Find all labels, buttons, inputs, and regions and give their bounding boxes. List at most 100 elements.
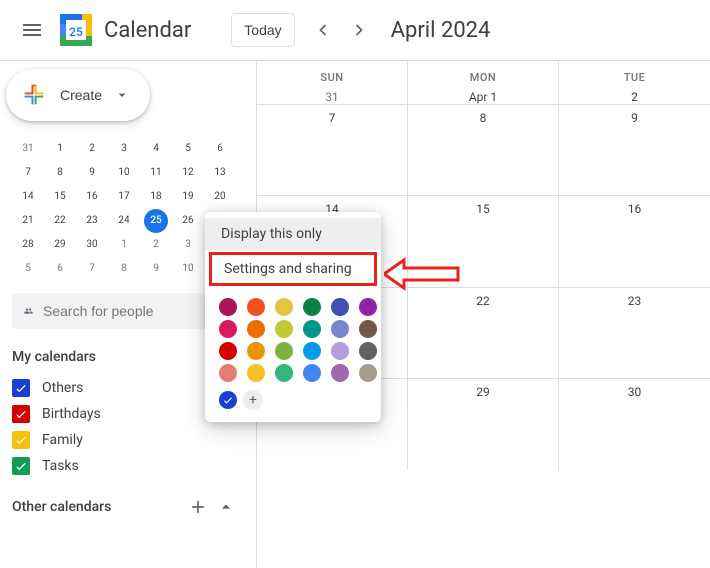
calendar-checkbox[interactable] xyxy=(12,457,30,475)
other-calendars-title: Other calendars xyxy=(12,499,111,515)
mini-day[interactable]: 5 xyxy=(172,137,204,161)
color-option[interactable] xyxy=(331,298,349,316)
search-input[interactable] xyxy=(43,303,224,319)
mini-day[interactable]: 29 xyxy=(44,233,76,257)
today-button[interactable]: Today xyxy=(231,13,294,47)
mini-day[interactable]: 26 xyxy=(172,209,204,233)
settings-and-sharing-item[interactable]: Settings and sharing xyxy=(209,252,377,286)
prev-button[interactable] xyxy=(307,14,339,46)
color-option[interactable] xyxy=(247,320,265,338)
mini-day[interactable]: 24 xyxy=(108,209,140,233)
day-cell[interactable]: 7 xyxy=(257,104,408,195)
color-option[interactable] xyxy=(219,298,237,316)
mini-day[interactable]: 4 xyxy=(140,137,172,161)
mini-day[interactable]: 22 xyxy=(44,209,76,233)
day-number: 2 xyxy=(559,90,710,104)
mini-day[interactable]: 7 xyxy=(76,257,108,281)
mini-day[interactable]: 8 xyxy=(44,161,76,185)
mini-day[interactable]: 9 xyxy=(140,257,172,281)
calendar-item[interactable]: Tasks xyxy=(12,453,244,479)
color-option[interactable] xyxy=(275,298,293,316)
mini-day[interactable]: 12 xyxy=(172,161,204,185)
mini-day[interactable]: 30 xyxy=(76,233,108,257)
color-option[interactable] xyxy=(303,298,321,316)
color-option[interactable] xyxy=(359,342,377,360)
color-option[interactable] xyxy=(303,342,321,360)
mini-day[interactable]: 3 xyxy=(172,233,204,257)
add-custom-color-button[interactable]: + xyxy=(243,390,263,410)
mini-day[interactable]: 31 xyxy=(12,137,44,161)
svg-text:25: 25 xyxy=(69,25,83,39)
annotation-arrow xyxy=(384,256,464,296)
mini-day[interactable]: 19 xyxy=(172,185,204,209)
mini-day[interactable]: 3 xyxy=(108,137,140,161)
create-button[interactable]: Create xyxy=(6,69,150,121)
create-label: Create xyxy=(60,87,102,103)
day-cell[interactable]: 29 xyxy=(408,378,559,469)
mini-day[interactable]: 6 xyxy=(44,257,76,281)
mini-day[interactable]: 28 xyxy=(12,233,44,257)
calendar-checkbox[interactable] xyxy=(12,405,30,423)
mini-day[interactable]: 6 xyxy=(204,137,236,161)
day-cell[interactable]: 9 xyxy=(559,104,710,195)
mini-day[interactable]: 1 xyxy=(44,137,76,161)
day-cell[interactable]: 30 xyxy=(559,378,710,469)
mini-day[interactable]: 16 xyxy=(76,185,108,209)
calendar-logo-icon: 25 xyxy=(56,10,96,50)
next-button[interactable] xyxy=(343,14,375,46)
day-cell[interactable]: 23 xyxy=(559,287,710,378)
search-people-box[interactable] xyxy=(12,293,236,329)
color-option[interactable] xyxy=(303,320,321,338)
day-cell[interactable]: 8 xyxy=(408,104,559,195)
calendar-checkbox[interactable] xyxy=(12,379,30,397)
calendar-checkbox[interactable] xyxy=(12,431,30,449)
color-option[interactable] xyxy=(219,342,237,360)
mini-day[interactable]: 7 xyxy=(12,161,44,185)
day-cell[interactable]: 22 xyxy=(408,287,559,378)
mini-day[interactable]: 11 xyxy=(140,161,172,185)
color-option[interactable] xyxy=(247,364,265,382)
mini-day[interactable]: 20 xyxy=(204,185,236,209)
color-option[interactable] xyxy=(275,364,293,382)
selected-color[interactable] xyxy=(219,391,237,409)
mini-day[interactable]: 15 xyxy=(44,185,76,209)
mini-day[interactable]: 25 xyxy=(144,209,168,233)
mini-day[interactable]: 23 xyxy=(76,209,108,233)
color-option[interactable] xyxy=(359,364,377,382)
color-option[interactable] xyxy=(303,364,321,382)
color-option[interactable] xyxy=(219,364,237,382)
main-menu-button[interactable] xyxy=(8,6,56,54)
color-option[interactable] xyxy=(359,298,377,316)
color-option[interactable] xyxy=(219,320,237,338)
color-option[interactable] xyxy=(275,320,293,338)
mini-day[interactable]: 8 xyxy=(108,257,140,281)
mini-day[interactable]: 13 xyxy=(204,161,236,185)
day-column-header: MONApr 1 xyxy=(408,61,559,104)
color-option[interactable] xyxy=(247,342,265,360)
color-option[interactable] xyxy=(275,342,293,360)
display-only-item[interactable]: Display this only xyxy=(205,218,381,250)
day-cell[interactable]: 16 xyxy=(559,195,710,286)
mini-day[interactable]: 1 xyxy=(108,233,140,257)
mini-day[interactable]: 9 xyxy=(76,161,108,185)
color-option[interactable] xyxy=(247,298,265,316)
mini-day[interactable]: 10 xyxy=(108,161,140,185)
collapse-other-calendars-button[interactable] xyxy=(216,497,236,517)
mini-day[interactable]: 21 xyxy=(12,209,44,233)
mini-day[interactable]: 14 xyxy=(12,185,44,209)
add-other-calendar-button[interactable] xyxy=(188,497,208,517)
color-option[interactable] xyxy=(331,320,349,338)
mini-day[interactable]: 10 xyxy=(172,257,204,281)
mini-day[interactable]: 18 xyxy=(140,185,172,209)
calendar-item[interactable]: Family xyxy=(12,427,244,453)
color-option[interactable] xyxy=(359,320,377,338)
mini-day[interactable]: 2 xyxy=(140,233,172,257)
day-column-header: TUE2 xyxy=(559,61,710,104)
mini-day[interactable]: 5 xyxy=(12,257,44,281)
mini-day[interactable]: 2 xyxy=(76,137,108,161)
color-option[interactable] xyxy=(331,364,349,382)
color-option[interactable] xyxy=(331,342,349,360)
app-name: Calendar xyxy=(104,18,191,43)
mini-day[interactable]: 17 xyxy=(108,185,140,209)
mini-calendar[interactable]: 3112345678910111213141516171819202122232… xyxy=(12,137,236,281)
